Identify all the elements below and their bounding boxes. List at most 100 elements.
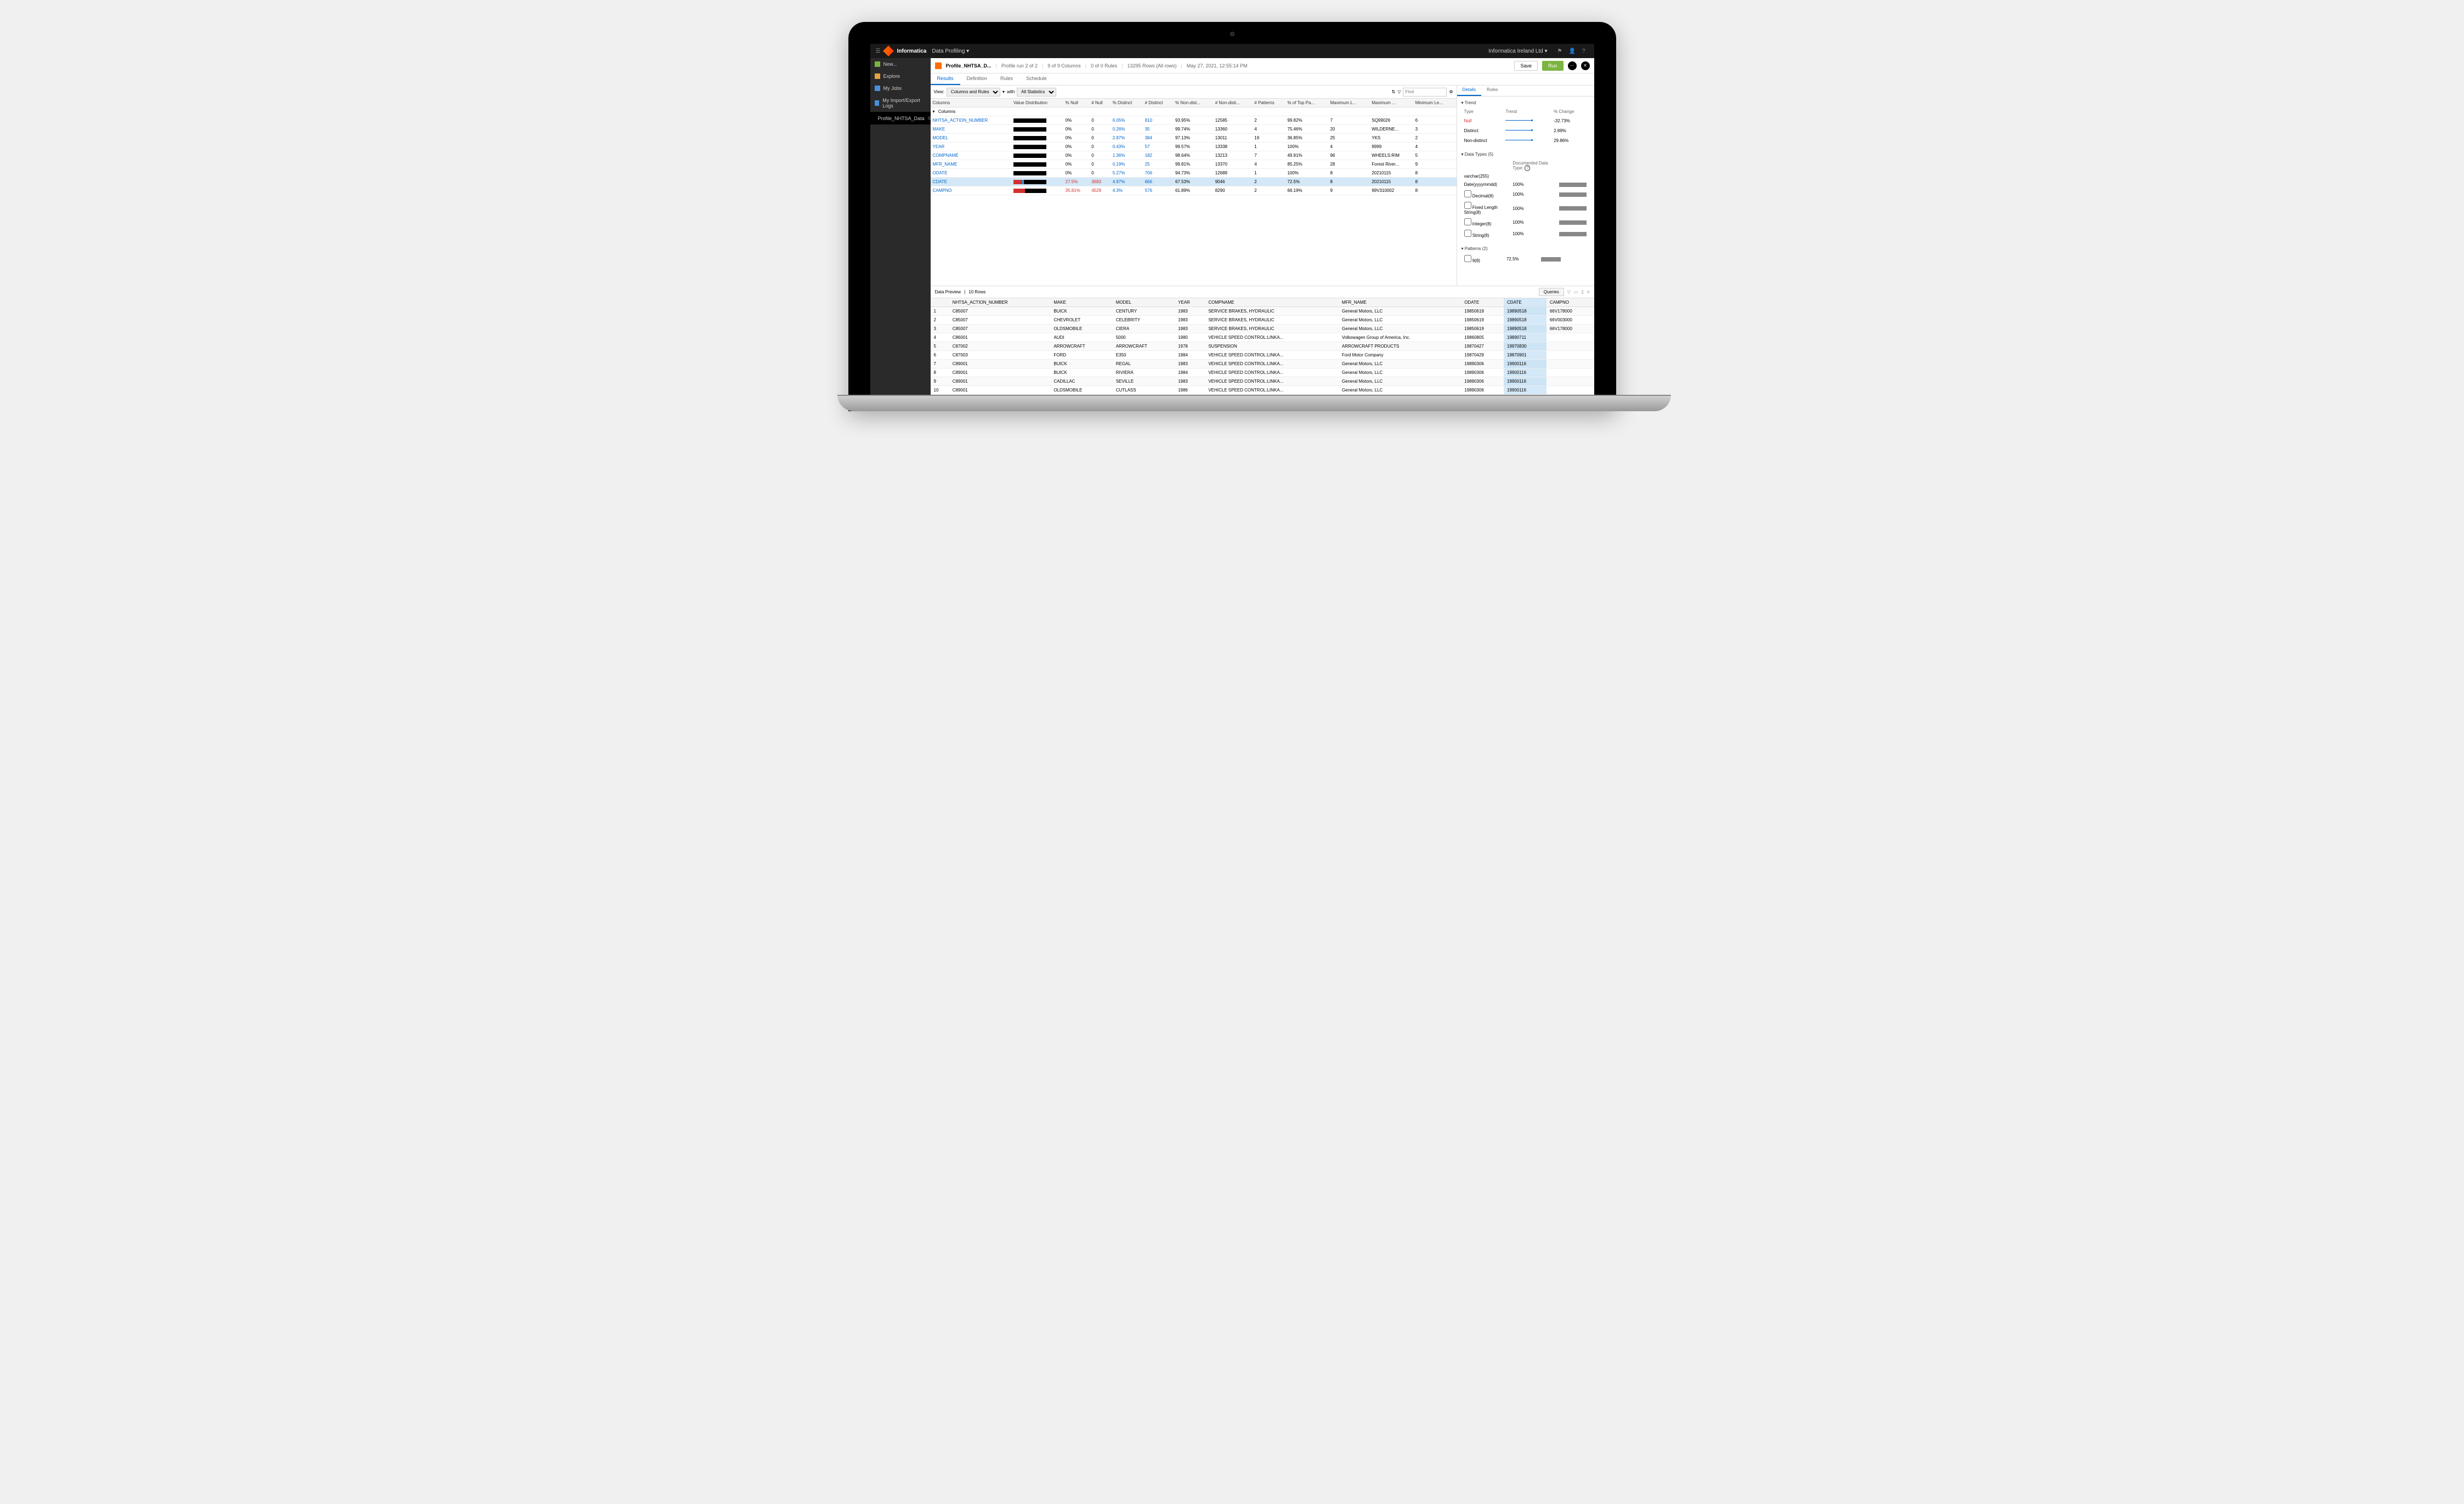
grid-header[interactable]: Minimum Le... (1413, 99, 1457, 107)
run-info: Profile run 2 of 2 (1001, 63, 1038, 69)
stats-select[interactable]: All Statistics (1017, 88, 1056, 97)
filter-icon[interactable]: ▽ (1397, 89, 1401, 94)
grid-header[interactable]: Columns (931, 99, 1011, 107)
save-button[interactable]: Save (1514, 61, 1538, 71)
column-link[interactable]: ODATE (933, 171, 948, 175)
datatype-row[interactable]: Fixed Length String(8)100% (1463, 201, 1589, 216)
module-dropdown[interactable]: Data Profiling ▾ (932, 48, 969, 54)
preview-header[interactable]: MODEL (1113, 298, 1175, 307)
column-link[interactable]: YEAR (933, 144, 945, 149)
preview-header[interactable]: MAKE (1050, 298, 1112, 307)
preview-row[interactable]: 1C85007BUICKCENTURY1983SERVICE BRAKES, H… (931, 307, 1594, 316)
details-tab-rules[interactable]: Rules (1481, 86, 1503, 96)
queries-button[interactable]: Queries (1539, 288, 1564, 296)
preview-header[interactable] (931, 298, 949, 307)
column-link[interactable]: MFR_NAME (933, 162, 958, 167)
find-input[interactable] (1403, 88, 1447, 97)
column-link[interactable]: CDATE (933, 179, 948, 184)
user-icon[interactable]: 👤 (1568, 48, 1575, 54)
preview-row[interactable]: 6C87003FORDE3501984VEHICLE SPEED CONTROL… (931, 351, 1594, 360)
tab-results[interactable]: Results (931, 73, 960, 85)
grid-header[interactable]: % of Top Pa... (1285, 99, 1328, 107)
grid-group-row[interactable]: ▾ Columns (931, 107, 1457, 116)
grid-header[interactable]: # Null (1089, 99, 1110, 107)
sidebar-item-3[interactable]: My Import/Export Logs (870, 94, 931, 112)
column-link[interactable]: CAMPNO (933, 188, 952, 193)
grid-header[interactable]: # Distinct (1143, 99, 1173, 107)
datatype-row[interactable]: String(8)100% (1463, 229, 1589, 239)
org-dropdown[interactable]: Informatica Ireland Ltd ▾ (1488, 48, 1547, 54)
preview-rowcount: 10 Rows (968, 290, 985, 294)
more-button[interactable]: ⋯ (1568, 61, 1577, 70)
grid-row[interactable]: CDATE27.5%36834.97%66667.53%9046272.5%82… (931, 178, 1457, 186)
preview-row[interactable]: 8C89001BUICKRIVIERA1984VEHICLE SPEED CON… (931, 368, 1594, 377)
page-title: Profile_NHTSA_D... (946, 63, 992, 69)
preview-row[interactable]: 2C85007CHEVROLETCELEBRITY1983SERVICE BRA… (931, 316, 1594, 325)
preview-row[interactable]: 7C89001BUICKREGAL1983VEHICLE SPEED CONTR… (931, 360, 1594, 368)
trend-section-toggle[interactable]: ▾ Trend (1462, 99, 1590, 107)
hamburger-icon[interactable]: ☰ (876, 48, 881, 54)
main-tabs: ResultsDefinitionRulesSchedule (931, 73, 1594, 86)
grid-row[interactable]: CAMPNO35.81%45294.3%57661.89%8290266.19%… (931, 186, 1457, 195)
layout2-icon[interactable]: ▯ (1581, 290, 1583, 294)
preview-row[interactable]: 4C86001AUDI50001980VEHICLE SPEED CONTROL… (931, 333, 1594, 342)
grid-row[interactable]: MFR_NAME0%00.19%2599.81%13370485.25%28Fo… (931, 160, 1457, 169)
datatype-row[interactable]: varchar(255) (1463, 173, 1589, 180)
grid-header[interactable]: Maximum ... (1369, 99, 1413, 107)
preview-row[interactable]: 9C89001CADILLACSEVILLE1983VEHICLE SPEED … (931, 377, 1594, 386)
tab-rules[interactable]: Rules (994, 73, 1019, 85)
grid-row[interactable]: MAKE0%00.26%3599.74%13360475.46%20WILDER… (931, 125, 1457, 134)
grid-header[interactable]: Maximum L... (1328, 99, 1369, 107)
preview-header[interactable]: CDATE (1504, 298, 1547, 307)
layout1-icon[interactable]: ▭ (1574, 290, 1578, 294)
preview-header[interactable]: COMPNAME (1205, 298, 1339, 307)
datatype-row[interactable]: Integer(8)100% (1463, 217, 1589, 228)
pattern-row[interactable]: 9(8)72.5% (1463, 254, 1589, 264)
grid-header[interactable]: % Distinct (1111, 99, 1143, 107)
datatypes-section-toggle[interactable]: ▾ Data Types (5) (1462, 150, 1590, 158)
help-icon[interactable]: ? (1582, 48, 1585, 54)
run-button[interactable]: Run (1542, 61, 1564, 71)
tab-schedule[interactable]: Schedule (1019, 73, 1053, 85)
column-link[interactable]: MAKE (933, 127, 945, 132)
grid-header[interactable]: % Non-dist... (1173, 99, 1213, 107)
flag-icon[interactable]: ⚑ (1557, 48, 1562, 54)
settings-icon[interactable]: ⚙ (1449, 89, 1453, 94)
preview-row[interactable]: 3C85007OLDSMOBILECIERA1983SERVICE BRAKES… (931, 325, 1594, 333)
sidebar-item-0[interactable]: New... (870, 58, 931, 70)
patterns-section-toggle[interactable]: ▾ Patterns (2) (1462, 245, 1590, 253)
preview-row[interactable]: 10C89001OLDSMOBILECUTLASS1986VEHICLE SPE… (931, 386, 1594, 395)
filter-preview-icon[interactable]: ▽ (1567, 290, 1571, 294)
preview-header[interactable]: CAMPNO (1547, 298, 1594, 307)
layout3-icon[interactable]: ≡ (1587, 290, 1590, 294)
datatype-row[interactable]: Date(yyyymmdd)100% (1463, 181, 1589, 188)
top-bar: ☰ Informatica Data Profiling ▾ Informati… (870, 44, 1594, 58)
grid-row[interactable]: COMPNAME0%01.36%18298.64%13213749.91%96W… (931, 151, 1457, 160)
brand-label: Informatica (897, 48, 926, 54)
preview-row[interactable]: 5C87002ARROWCRAFTARROWCRAFT1978SUSPENSIO… (931, 342, 1594, 351)
preview-header[interactable]: YEAR (1175, 298, 1205, 307)
column-link[interactable]: NHTSA_ACTION_NUMBER (933, 118, 988, 123)
sidebar-item-4[interactable]: Profile_NHTSA_Data ⊘ (870, 112, 931, 124)
view-select[interactable]: Columns and Rules (947, 88, 1000, 97)
grid-header[interactable]: Value Distribution (1011, 99, 1063, 107)
sidebar-item-1[interactable]: Explore (870, 70, 931, 82)
sidebar-item-2[interactable]: My Jobs (870, 82, 931, 94)
grid-row[interactable]: NHTSA_ACTION_NUMBER0%06.05%81093.95%1258… (931, 116, 1457, 125)
grid-header[interactable]: # Patterns (1252, 99, 1285, 107)
grid-row[interactable]: YEAR0%00.43%5799.57%133381100%499994 (931, 143, 1457, 151)
details-tab-details[interactable]: Details (1457, 86, 1481, 96)
close-button[interactable]: ✕ (1581, 61, 1590, 70)
preview-header[interactable]: MFR_NAME (1339, 298, 1461, 307)
preview-header[interactable]: NHTSA_ACTION_NUMBER (949, 298, 1051, 307)
column-link[interactable]: COMPNAME (933, 153, 959, 158)
grid-header[interactable]: % Null (1063, 99, 1090, 107)
grid-row[interactable]: MODEL0%02.87%38497.13%130111936.85%25YKS… (931, 134, 1457, 143)
datatype-row[interactable]: Decimal(8)100% (1463, 189, 1589, 200)
grid-header[interactable]: # Non-disti... (1213, 99, 1253, 107)
grid-row[interactable]: ODATE0%05.27%70694.73%126891100%82021011… (931, 169, 1457, 178)
tab-definition[interactable]: Definition (960, 73, 994, 85)
preview-header[interactable]: ODATE (1461, 298, 1504, 307)
sort-icon[interactable]: ⇅ (1391, 89, 1395, 94)
column-link[interactable]: MODEL (933, 135, 948, 140)
